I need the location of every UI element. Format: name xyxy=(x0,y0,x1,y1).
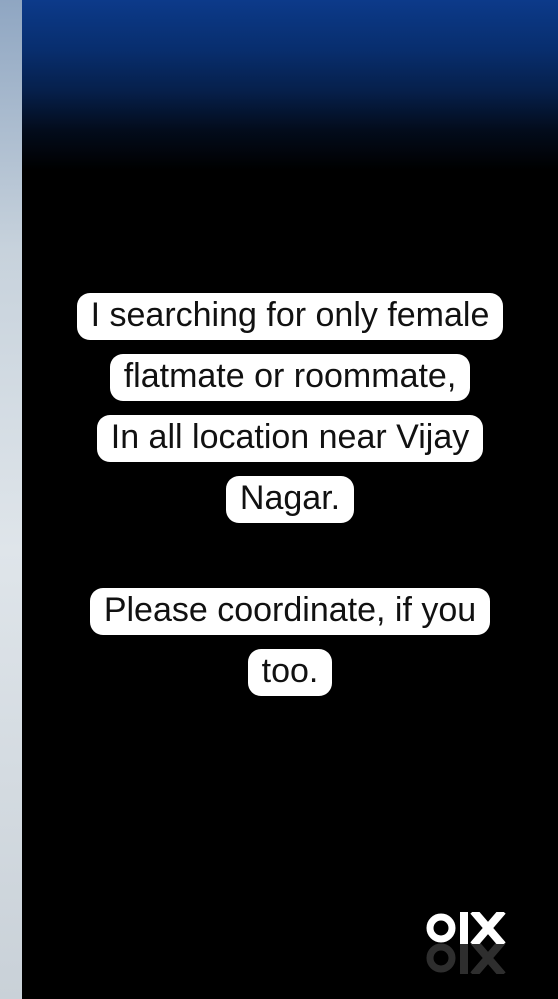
story-canvas: I searching for only female flatmate or … xyxy=(22,0,558,999)
left-edge-strip xyxy=(0,0,22,999)
olx-logo-glyph xyxy=(426,912,506,944)
caption-line: flatmate or roommate, xyxy=(109,354,471,401)
caption-line: Nagar. xyxy=(225,476,355,523)
caption-line: Please coordinate, if you xyxy=(89,588,491,635)
caption-line: too. xyxy=(247,649,333,696)
caption-block-2: Please coordinate, if you too. xyxy=(22,580,558,702)
caption-line: In all location near Vijay xyxy=(96,415,484,462)
olx-logo-icon xyxy=(426,912,524,974)
caption-line: I searching for only female xyxy=(76,293,504,340)
caption-block-1: I searching for only female flatmate or … xyxy=(22,285,558,529)
story-screenshot: I searching for only female flatmate or … xyxy=(0,0,558,999)
olx-logo-reflection xyxy=(426,942,506,974)
